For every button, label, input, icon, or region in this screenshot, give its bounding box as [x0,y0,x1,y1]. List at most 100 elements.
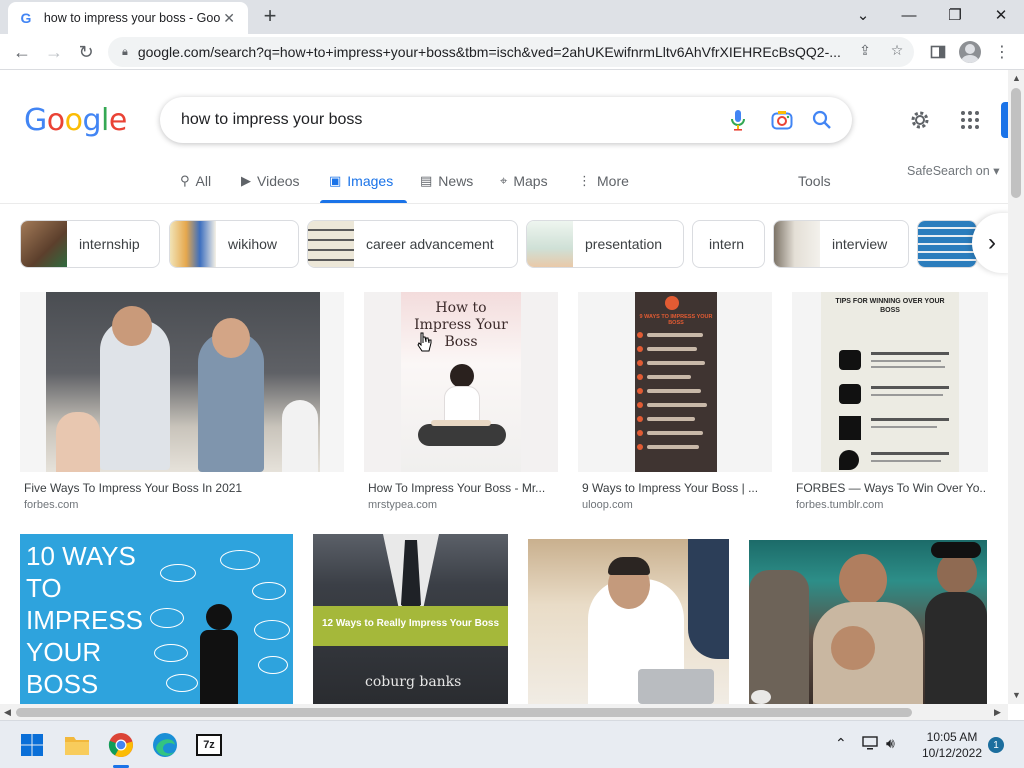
result-thumbnail[interactable] [20,292,344,472]
result-thumbnail[interactable]: TIPS FOR WINNING OVER YOUR BOSS [792,292,988,472]
result-thumbnail[interactable]: How to Impress Your Boss [364,292,558,472]
video-icon: ▶ [241,173,251,188]
horizontal-scroll-thumb[interactable] [16,708,912,717]
forward-arrow-icon[interactable]: → [40,38,68,66]
profile-avatar-icon[interactable] [956,38,984,66]
google-favicon-icon: G [20,10,32,26]
result-title[interactable]: Five Ways To Impress Your Boss In 2021 [24,481,342,495]
horizontal-scrollbar[interactable]: ◀ ▶ [0,704,1008,720]
tab-label: Maps [513,173,548,189]
search-tabs: ⚲ All ▶ Videos ▣ Images ▤ News ⌖ Maps ⋮ More T… [0,162,1008,204]
vertical-scroll-thumb[interactable] [1011,88,1021,198]
windows-start-icon[interactable] [16,729,48,761]
share-icon[interactable]: ⇪ [854,39,876,61]
system-clock[interactable]: 10:05 AM 10/12/2022 [912,729,992,761]
news-icon: ▤ [420,173,433,188]
chip-more-results[interactable] [917,220,977,268]
scroll-up-arrow-icon[interactable]: ▲ [1012,73,1021,83]
result-thumbnail[interactable] [749,540,987,704]
scroll-left-arrow-icon[interactable]: ◀ [4,707,11,718]
chip-thumbnail [918,221,976,267]
browser-tab[interactable]: G how to impress your boss - Goog ✕ [8,2,248,34]
chip-thumbnail [527,221,573,267]
tab-news[interactable]: ▤ News [420,170,473,192]
image-icon: ▣ [329,173,342,188]
google-apps-icon[interactable] [958,108,982,132]
thumbnail-text: 12 Ways to Really Impress Your Boss [321,618,500,629]
lens-camera-icon[interactable] [770,108,794,132]
safesearch-label: SafeSearch on [907,164,990,178]
result-title[interactable]: How To Impress Your Boss - Mr... [368,481,556,495]
windows-taskbar: 7z ⌃ 🔊︎ 10:05 AM 10/12/2022 1 [0,720,1024,768]
search-box[interactable]: how to impress your boss [160,97,852,143]
tools-button[interactable]: Tools [798,173,831,189]
scroll-right-arrow-icon[interactable]: ▶ [994,707,1001,718]
microphone-icon[interactable] [726,108,750,132]
tab-search-icon[interactable]: ⌄ [840,0,886,30]
logo-letter: o [64,103,83,138]
back-arrow-icon[interactable]: ← [8,38,36,66]
chip-label: intern [709,236,745,252]
tab-videos[interactable]: ▶ Videos [241,170,300,192]
chip-career-advancement[interactable]: career advancement [307,220,518,268]
result-thumbnail[interactable]: 10 WAYS TO IMPRESS YOUR BOSS [20,534,293,704]
safesearch-toggle[interactable]: SafeSearch on ▾ [907,163,999,178]
bookmark-star-icon[interactable]: ☆ [886,39,908,61]
close-window-button[interactable]: ✕ [978,0,1024,30]
result-title[interactable]: 9 Ways to Impress Your Boss | ... [582,481,770,495]
clock-date: 10/12/2022 [921,746,983,760]
clock-time: 10:05 AM [926,730,978,744]
thumbnail-text: 9 WAYS TO IMPRESS YOUR BOSS [639,314,713,326]
side-panel-icon[interactable] [924,38,952,66]
restore-button[interactable]: ❐ [932,0,978,30]
chip-label: presentation [585,236,663,252]
result-site: forbes.com [24,499,79,511]
network-icon[interactable] [862,735,880,754]
tab-label: Images [347,173,394,189]
notification-badge[interactable]: 1 [988,737,1004,753]
tab-maps[interactable]: ⌖ Maps [500,170,548,192]
tab-more[interactable]: ⋮ More [578,170,629,192]
chip-label: wikihow [228,236,278,252]
7zip-icon[interactable]: 7z [193,729,225,761]
google-logo[interactable]: Google [24,103,127,138]
chip-internship[interactable]: internship [20,220,160,268]
result-title[interactable]: FORBES — Ways To Win Over Yo... [796,481,986,495]
minimize-button[interactable]: — [886,0,932,30]
file-explorer-icon[interactable] [61,729,93,761]
chip-intern[interactable]: intern [692,220,765,268]
close-tab-icon[interactable]: ✕ [220,10,238,27]
chrome-icon[interactable] [105,729,137,761]
chip-presentation[interactable]: presentation [526,220,684,268]
scroll-down-arrow-icon[interactable]: ▼ [1012,690,1021,700]
tab-all[interactable]: ⚲ All [180,170,211,192]
settings-gear-icon[interactable] [908,108,932,132]
browser-menu-icon[interactable]: ⋮ [988,38,1016,66]
chip-thumbnail [774,221,820,267]
chip-wikihow[interactable]: wikihow [169,220,299,268]
new-tab-button[interactable]: + [258,3,282,28]
thumbnail-text: TIPS FOR WINNING OVER YOUR BOSS [835,298,945,314]
search-icon: ⚲ [180,173,190,188]
tab-label: Videos [257,173,300,189]
tab-images[interactable]: ▣ Images [329,170,393,192]
vertical-scrollbar[interactable]: ▲ ▼ [1008,70,1024,704]
show-hidden-icons-chevron-icon[interactable]: ⌃ [835,735,847,752]
thumbnail-text: 10 WAYS TO IMPRESS YOUR BOSS [26,541,144,699]
mouse-cursor-icon [416,331,434,355]
reload-icon[interactable]: ↻ [72,38,100,66]
edge-icon[interactable] [149,729,181,761]
result-site: uloop.com [582,499,633,511]
address-bar[interactable]: 🔒︎ google.com/search?q=how+to+impress+yo… [108,37,914,67]
logo-letter: G [24,103,47,138]
result-thumbnail[interactable] [528,539,729,704]
result-site: forbes.tumblr.com [796,499,884,511]
result-thumbnail[interactable]: 12 Ways to Really Impress Your Boss cobu… [313,534,508,704]
chip-interview[interactable]: interview [773,220,909,268]
chip-label: career advancement [366,236,494,252]
map-pin-icon: ⌖ [500,173,508,188]
search-input[interactable]: how to impress your boss [181,111,362,129]
result-thumbnail[interactable]: 9 WAYS TO IMPRESS YOUR BOSS [578,292,772,472]
search-icon[interactable] [810,108,834,132]
volume-icon[interactable]: 🔊︎ [886,735,895,752]
